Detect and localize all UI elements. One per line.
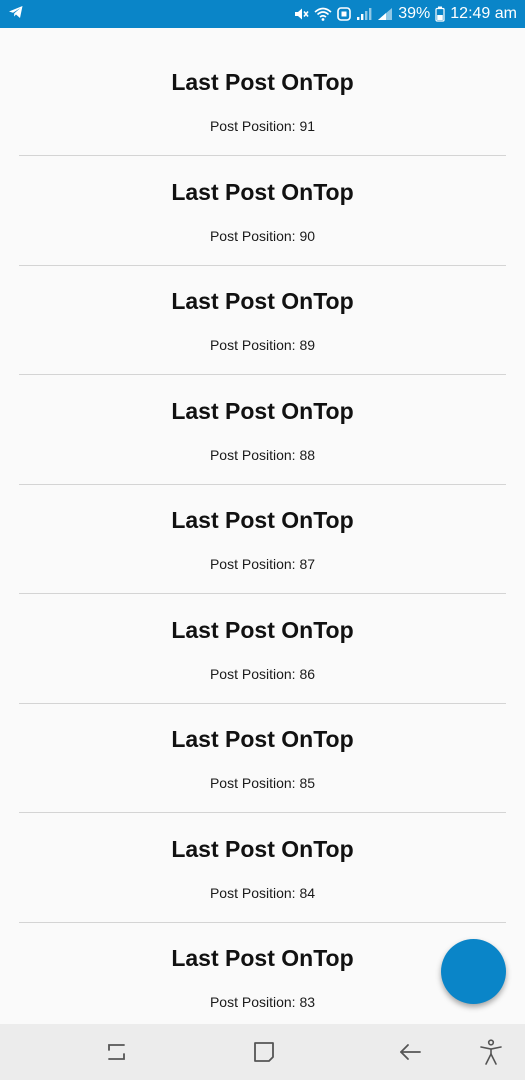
battery-percent: 39%	[398, 5, 431, 22]
post-title: Last Post OnTop	[171, 726, 354, 752]
post-title: Last Post OnTop	[171, 945, 354, 971]
list-item[interactable]: Last Post OnTop Post Position: 88	[19, 357, 506, 467]
list-item[interactable]: Last Post OnTop Post Position: 84	[19, 795, 506, 905]
back-button[interactable]	[397, 1038, 425, 1066]
post-position: Post Position: 90	[209, 227, 316, 244]
home-button[interactable]	[250, 1038, 278, 1066]
status-bar-right: 39% 12:49 am	[293, 0, 517, 28]
status-bar-left	[8, 0, 24, 28]
post-title: Last Post OnTop	[171, 616, 354, 643]
list-item[interactable]: Last Post OnTop Post Position: 86	[19, 576, 506, 686]
back-icon	[397, 1044, 425, 1070]
post-position: Post Position: 88	[209, 446, 316, 463]
wifi-icon	[314, 6, 332, 22]
list-item[interactable]: Last Post OnTop Post Position: 87	[19, 466, 506, 576]
home-icon	[250, 1042, 278, 1070]
signal-icon	[356, 6, 372, 22]
post-position: Post Position: 84	[209, 884, 316, 901]
mute-icon	[293, 6, 309, 22]
post-title: Last Post OnTop	[171, 397, 354, 424]
post-position: Post Position: 85	[209, 775, 316, 791]
list-item[interactable]: Last Post OnTop Post Position: 90	[19, 138, 506, 248]
post-position: Post Position: 91	[209, 118, 316, 134]
post-title: Last Post OnTop	[171, 178, 354, 205]
post-position: Post Position: 87	[209, 556, 316, 572]
navigation-bar	[0, 1024, 525, 1080]
post-title: Last Post OnTop	[171, 507, 354, 533]
data-saver-icon	[337, 6, 352, 22]
post-position: Post Position: 86	[209, 665, 316, 682]
floating-action-button[interactable]	[441, 939, 506, 1004]
post-title: Last Post OnTop	[171, 835, 354, 862]
accessibility-button[interactable]	[477, 1038, 505, 1066]
accessibility-icon	[477, 1039, 505, 1070]
recent-apps-button[interactable]	[103, 1038, 131, 1066]
post-position: Post Position: 83	[209, 994, 316, 1010]
recent-apps-icon	[103, 1044, 131, 1070]
post-position: Post Position: 89	[209, 337, 316, 353]
signal-icon	[377, 6, 393, 22]
list-item[interactable]: Last Post OnTop Post Position: 85	[19, 685, 506, 795]
clock: 12:49 am	[450, 5, 517, 22]
list-item[interactable]: Last Post OnTop Post Position: 91	[19, 28, 506, 138]
post-title: Last Post OnTop	[171, 288, 354, 314]
status-bar: 39% 12:49 am	[0, 0, 525, 28]
list-item[interactable]: Last Post OnTop Post Position: 83	[19, 904, 506, 1014]
post-list[interactable]: Last Post OnTop Post Position: 91 Last P…	[0, 28, 525, 1024]
battery-icon	[435, 6, 445, 22]
telegram-icon	[8, 4, 24, 25]
post-title: Last Post OnTop	[171, 69, 354, 95]
list-item[interactable]: Last Post OnTop Post Position: 89	[19, 247, 506, 357]
